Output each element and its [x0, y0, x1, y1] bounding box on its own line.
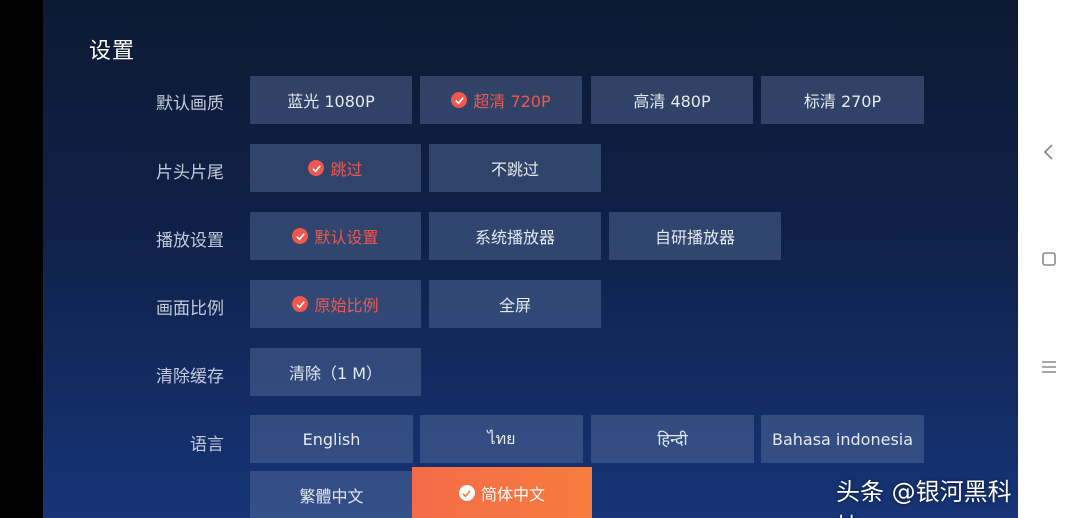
option-skip[interactable]: 跳过 — [250, 144, 421, 192]
option-lang-hindi[interactable]: हिन्दी — [591, 415, 754, 463]
option-label: 不跳过 — [490, 160, 539, 179]
option-label: 简体中文 — [480, 485, 545, 504]
option-label: 自研播放器 — [654, 228, 735, 247]
row-label-intro-outro: 片头片尾 — [156, 163, 224, 183]
option-label: 系统播放器 — [474, 228, 555, 247]
option-label: 默认设置 — [314, 228, 379, 247]
check-icon — [308, 160, 325, 176]
option-lang-simplified-chinese[interactable]: 简体中文 — [412, 467, 592, 518]
option-label: ไทย — [487, 428, 516, 448]
option-quality-270p[interactable]: 标清 270P — [761, 76, 924, 124]
option-label: 标清 270P — [803, 92, 882, 111]
option-label: 全屏 — [498, 296, 531, 315]
option-player-custom[interactable]: 自研播放器 — [609, 212, 781, 260]
check-icon — [451, 92, 468, 108]
option-lang-thai[interactable]: ไทย — [420, 415, 583, 463]
check-icon — [292, 228, 309, 244]
option-label: English — [302, 429, 361, 449]
option-label: 繁體中文 — [299, 487, 364, 506]
option-quality-1080p[interactable]: 蓝光 1080P — [250, 76, 412, 124]
option-label: हिन्दी — [657, 430, 688, 449]
option-quality-720p[interactable]: 超清 720P — [420, 76, 582, 124]
option-player-default[interactable]: 默认设置 — [250, 212, 421, 260]
clear-cache-button[interactable]: 清除（1 M） — [250, 348, 421, 396]
row-label-aspect: 画面比例 — [156, 299, 224, 319]
option-aspect-fullscreen[interactable]: 全屏 — [429, 280, 601, 328]
option-label: 高清 480P — [633, 92, 711, 111]
settings-screen: 设置 默认画质 蓝光 1080P 超清 720P 高清 480P 标清 270P… — [43, 0, 1018, 518]
row-label-clear-cache: 清除缓存 — [156, 367, 224, 387]
option-lang-english[interactable]: English — [250, 415, 413, 463]
back-icon[interactable] — [1033, 136, 1065, 168]
option-player-system[interactable]: 系统播放器 — [429, 212, 601, 260]
check-icon — [292, 296, 309, 312]
watermark-text: 头条 @银河黑科技 — [836, 478, 1012, 518]
system-nav-bar — [1018, 0, 1080, 518]
left-edge-bar — [0, 0, 43, 518]
option-aspect-original[interactable]: 原始比例 — [250, 280, 421, 328]
option-label: 超清 720P — [473, 92, 551, 111]
row-label-quality: 默认画质 — [156, 94, 224, 114]
menu-icon[interactable] — [1033, 351, 1065, 383]
home-icon[interactable] — [1033, 243, 1065, 275]
option-label: 跳过 — [330, 160, 363, 179]
row-label-language: 语言 — [190, 435, 224, 455]
option-label: 蓝光 1080P — [287, 92, 375, 111]
option-no-skip[interactable]: 不跳过 — [429, 144, 601, 192]
option-label: Bahasa indonesia — [771, 429, 914, 449]
option-quality-480p[interactable]: 高清 480P — [591, 76, 753, 124]
page-title: 设置 — [89, 39, 136, 64]
check-icon — [458, 485, 475, 501]
option-label: 清除（1 M） — [288, 364, 383, 383]
option-lang-indonesian[interactable]: Bahasa indonesia — [761, 415, 924, 463]
row-label-player: 播放设置 — [156, 231, 224, 251]
option-label: 原始比例 — [314, 296, 379, 315]
option-lang-traditional-chinese[interactable]: 繁體中文 — [250, 471, 413, 518]
